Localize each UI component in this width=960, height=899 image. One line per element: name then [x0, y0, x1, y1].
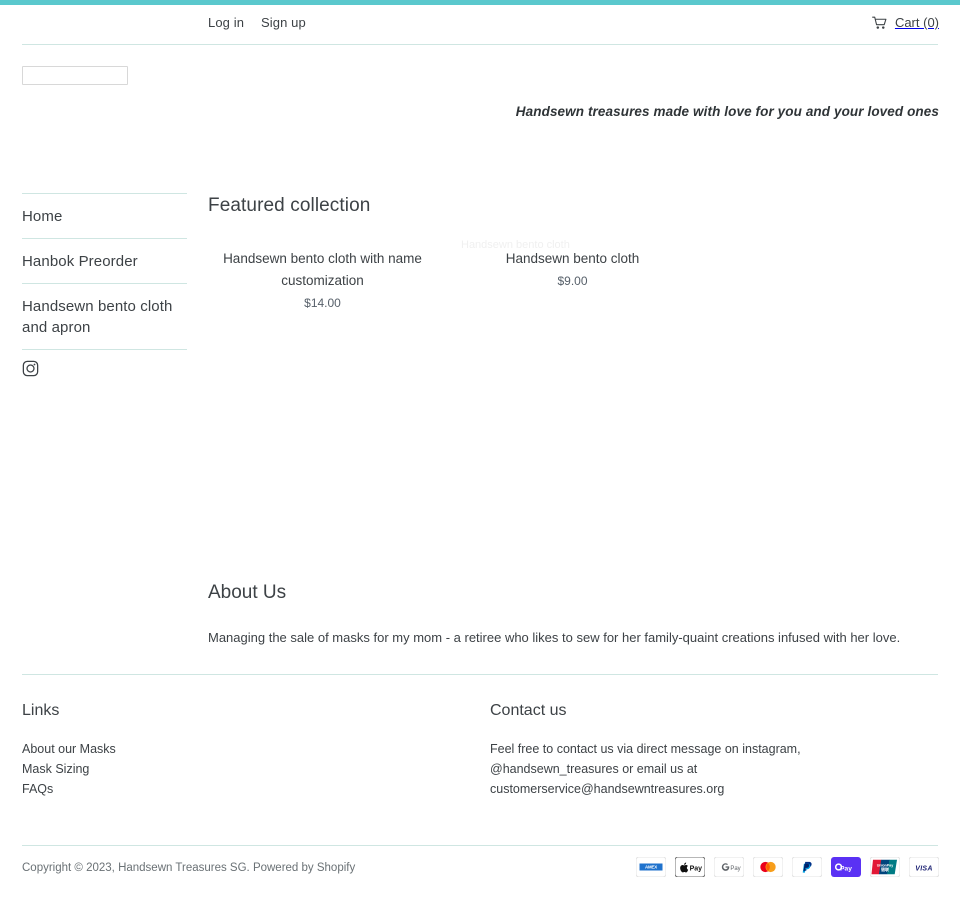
about-section: About Us Managing the sale of masks for …: [208, 580, 938, 648]
product-grid: Handsewn bento cloth with name customiza…: [208, 235, 708, 314]
apple-pay-icon: Pay: [674, 856, 706, 878]
product-card[interactable]: Handsewn bento cloth Handsewn bento clot…: [458, 235, 687, 314]
product-title[interactable]: Handsewn bento cloth with name customiza…: [208, 248, 437, 292]
store-tagline: Handsewn treasures made with love for yo…: [515, 104, 939, 119]
utility-bar: Log in Sign up Cart (0): [0, 5, 960, 44]
american-express-icon: AMEX: [635, 856, 667, 878]
product-card[interactable]: Handsewn bento cloth with name customiza…: [208, 235, 437, 314]
copyright-prefix: Copyright © 2023,: [22, 862, 119, 874]
footer-contact-line: @handsewn_treasures or email us at: [490, 762, 698, 776]
payment-methods: AMEX Pay Pay Pay UnionPay 银联 VISA: [635, 856, 940, 878]
footer-contact-heading: Contact us: [490, 702, 567, 719]
visa-icon: VISA: [908, 856, 940, 878]
footer-contact-line: customerservice@handsewntreasures.org: [490, 782, 725, 796]
signup-link[interactable]: Sign up: [261, 15, 306, 30]
sidebar-item-hanbok-preorder[interactable]: Hanbok Preorder: [22, 239, 187, 283]
cart-link[interactable]: Cart (0): [872, 15, 939, 30]
google-pay-icon: Pay: [713, 856, 745, 878]
about-body: Managing the sale of masks for my mom - …: [208, 630, 901, 645]
product-title[interactable]: Handsewn bento cloth: [458, 248, 687, 270]
featured-collection-title: Featured collection: [208, 195, 371, 216]
main-content: Featured collection: [208, 193, 938, 219]
footer-bottom-divider: [22, 845, 938, 846]
svg-text:AMEX: AMEX: [645, 865, 657, 870]
footer-link-about-our-masks[interactable]: About our Masks: [22, 739, 442, 759]
shopping-cart-icon: [872, 16, 888, 30]
shop-pay-icon: Pay: [831, 857, 861, 877]
instagram-icon[interactable]: [22, 360, 39, 377]
svg-text:Pay: Pay: [690, 866, 703, 873]
footer-link-faqs[interactable]: FAQs: [22, 779, 442, 799]
footer-links-heading: Links: [22, 702, 60, 719]
footer-contact-line: Feel free to contact us via direct messa…: [490, 742, 801, 756]
footer-link-mask-sizing[interactable]: Mask Sizing: [22, 759, 442, 779]
shop-name-link[interactable]: Handsewn Treasures SG: [118, 862, 246, 874]
sidebar-social-links: [22, 350, 187, 377]
paypal-icon: [791, 856, 823, 878]
header-divider: [22, 44, 938, 45]
cart-label: Cart (0): [894, 15, 939, 30]
product-price: $9.00: [557, 274, 588, 288]
storefront-page: Log in Sign up Cart (0) Handsewn treasur…: [0, 0, 960, 899]
svg-text:银联: 银联: [881, 866, 889, 872]
footer-contact-column: Contact us Feel free to contact us via d…: [490, 700, 910, 799]
footer-divider: [22, 674, 938, 675]
footer-links-column: Links About our Masks Mask Sizing FAQs: [22, 700, 442, 799]
about-title: About Us: [208, 582, 287, 603]
account-links: Log in Sign up: [208, 15, 306, 30]
svg-text:VISA: VISA: [915, 865, 933, 872]
svg-text:Pay: Pay: [730, 866, 740, 872]
powered-by-shopify-link[interactable]: Powered by Shopify: [253, 862, 355, 874]
sidebar-nav: Home Hanbok Preorder Handsewn bento clot…: [22, 193, 187, 377]
product-price: $14.00: [304, 296, 341, 310]
search-input[interactable]: [22, 65, 128, 85]
copyright-notice: Copyright © 2023, Handsewn Treasures SG.…: [22, 860, 355, 876]
search-form: [22, 65, 128, 85]
sidebar-item-home[interactable]: Home: [22, 194, 187, 238]
union-pay-icon: UnionPay 银联: [869, 856, 901, 878]
mastercard-icon: [752, 856, 784, 878]
login-link[interactable]: Log in: [208, 15, 244, 30]
sidebar-item-bento-cloth-and-apron[interactable]: Handsewn bento cloth and apron: [22, 284, 187, 349]
